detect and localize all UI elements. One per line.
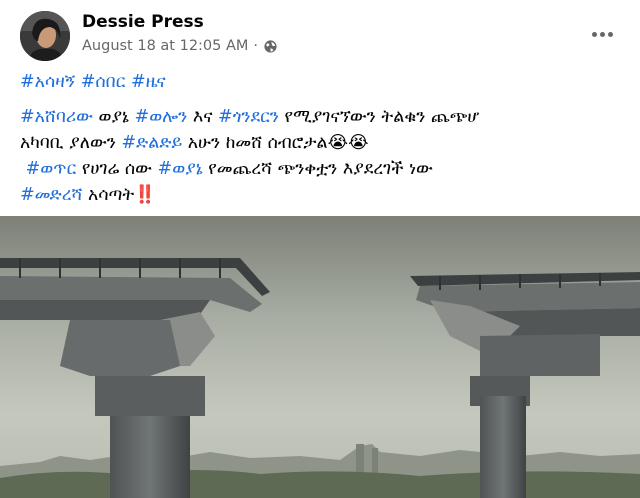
post-body-line: #ወጥር የሀገሬ ሰው #ወያኔ የመጨረሻ ጭንቀቷን እያደረገች ነው — [20, 156, 628, 182]
avatar-image — [20, 11, 70, 61]
post-author[interactable]: Dessie Press — [82, 12, 204, 32]
hashtag-link[interactable]: #አሸባሪው — [20, 107, 93, 127]
post-header: Dessie Press August 18 at 12:05 AM · — [20, 8, 620, 64]
hashtag-link[interactable]: #ወሎን — [135, 107, 188, 127]
post-body-line: አካባቢ ያለውን #ድልድይ አሁን ከመሸ ሰብሮታል😭😭 — [20, 130, 628, 156]
more-options-icon[interactable] — [584, 16, 620, 52]
hashtag-link[interactable]: #ወያኔ — [158, 159, 203, 179]
broken-bridge-image — [0, 216, 640, 498]
body-text: እና — [187, 107, 219, 127]
hashtag-link[interactable]: #ድልድይ — [121, 133, 182, 153]
post-body-line: #አሸባሪው ወያኔ #ወሎን እና #ጎንደርን የሚያገናኘውን ትልቁን … — [20, 104, 628, 130]
post-meta: August 18 at 12:05 AM · — [82, 38, 278, 54]
post-tags: #አሳዛኝ #ሰበር #ዜና — [20, 70, 166, 94]
hashtag-link[interactable]: #መድረሻ — [20, 185, 82, 205]
body-text: አሁን ከመሸ ሰብሮታል😭😭 — [182, 133, 369, 153]
post-image[interactable] — [0, 216, 640, 498]
post-timestamp[interactable]: August 18 at 12:05 AM — [82, 38, 248, 54]
body-text: አካባቢ ያለውን — [20, 133, 122, 153]
hashtag-link[interactable]: #ወጥር — [26, 159, 77, 179]
meta-separator: · — [253, 38, 259, 54]
avatar[interactable] — [20, 11, 70, 61]
body-text: የመጨረሻ ጭንቀቷን እያደረገች ነው — [202, 159, 433, 179]
hashtag-link[interactable]: #ሰበር — [81, 72, 126, 92]
facebook-post: Dessie Press August 18 at 12:05 AM · #አሳ… — [0, 0, 640, 498]
body-text: አሳጣት‼️ — [82, 185, 157, 205]
body-text: የሚያገናኘውን ትልቁን ጨጭሆ — [278, 107, 480, 127]
hashtag-link[interactable]: #አሳዛኝ — [20, 72, 75, 92]
body-text: ወያኔ — [92, 107, 135, 127]
globe-icon[interactable] — [263, 39, 278, 54]
post-body-line: #መድረሻ አሳጣት‼️ — [20, 182, 628, 208]
body-text: የሀገሬ ሰው — [76, 159, 158, 179]
hashtag-link[interactable]: #ጎንደርን — [218, 107, 279, 127]
hashtag-link[interactable]: #ዜና — [131, 72, 166, 92]
post-body: #አሸባሪው ወያኔ #ወሎን እና #ጎንደርን የሚያገናኘውን ትልቁን … — [20, 104, 628, 208]
